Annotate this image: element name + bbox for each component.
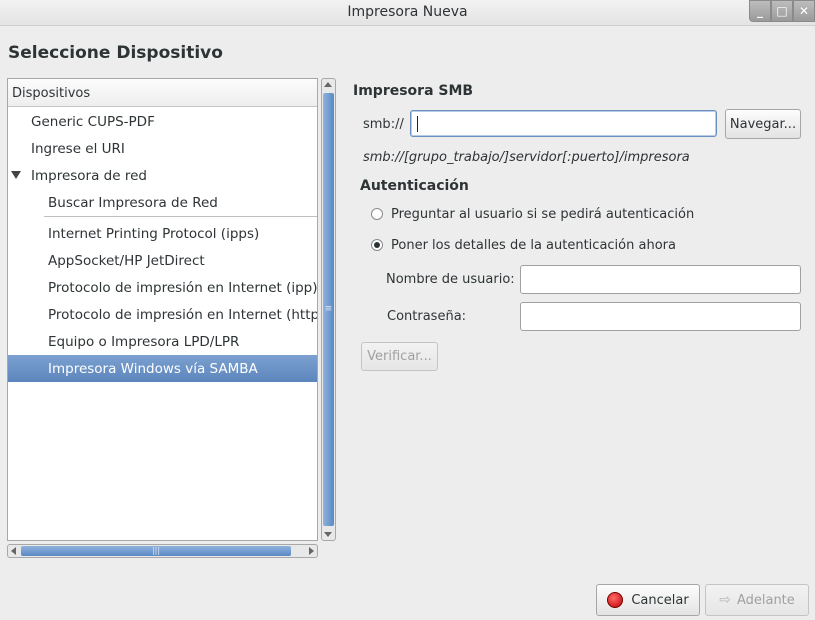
close-button[interactable]: ✕ xyxy=(793,0,815,22)
smb-url-label: smb:// xyxy=(363,117,404,132)
tree-item-label: Internet Printing Protocol (ipps) xyxy=(48,226,260,242)
tree-item-label: Protocolo de impresión en Internet (http… xyxy=(48,307,317,323)
tree-item-label: Protocolo de impresión en Internet (ipp) xyxy=(48,280,317,296)
tree-item-label: Impresora de red xyxy=(31,168,147,184)
minimize-button[interactable]: _ xyxy=(749,0,771,22)
tree-item-appsocket[interactable]: AppSocket/HP JetDirect xyxy=(8,247,317,274)
tree-horizontal-scrollbar[interactable]: ||| xyxy=(7,544,318,558)
scroll-down-icon[interactable] xyxy=(324,532,332,537)
scroll-right-icon[interactable] xyxy=(309,547,314,555)
tree-separator xyxy=(44,216,317,217)
tree-item-network-printer[interactable]: Impresora de red xyxy=(8,162,317,189)
forward-button-label: Adelante xyxy=(736,592,795,608)
radio-ask-auth[interactable] xyxy=(371,208,383,220)
tree-item-label: Equipo o Impresora LPD/LPR xyxy=(48,334,240,350)
tree-item-https[interactable]: Protocolo de impresión en Internet (http… xyxy=(8,301,317,328)
cancel-button-label: Cancelar xyxy=(631,592,689,608)
tree-item-label: AppSocket/HP JetDirect xyxy=(48,253,205,269)
tree-item-windows-samba[interactable]: Impresora Windows vía SAMBA xyxy=(8,355,317,382)
tree-column-header[interactable]: Dispositivos xyxy=(8,79,317,107)
cancel-button[interactable]: Cancelar xyxy=(596,584,700,616)
tree-item-label: Impresora Windows vía SAMBA xyxy=(48,361,258,377)
tree-item-ipp[interactable]: Protocolo de impresión en Internet (ipp) xyxy=(8,274,317,301)
tree-item-ipps[interactable]: Internet Printing Protocol (ipps) xyxy=(8,220,317,247)
tree-item-label: Buscar Impresora de Red xyxy=(48,195,218,211)
page-title: Seleccione Dispositivo xyxy=(8,43,223,63)
window-controls: _ □ ✕ xyxy=(749,0,815,22)
tree-item-label: Ingrese el URI xyxy=(31,141,125,157)
smb-url-input[interactable] xyxy=(410,110,717,137)
tree-item-label: Generic CUPS-PDF xyxy=(31,114,155,130)
scroll-left-icon[interactable] xyxy=(11,547,16,555)
radio-ask-auth-label[interactable]: Preguntar al usuario si se pedirá autent… xyxy=(391,207,694,222)
maximize-button[interactable]: □ xyxy=(771,0,793,22)
verify-button[interactable]: Verificar... xyxy=(361,342,438,371)
tree-item-enter-uri[interactable]: Ingrese el URI xyxy=(8,135,317,162)
horizontal-scroll-thumb[interactable]: ||| xyxy=(21,546,291,556)
smb-section-title: Impresora SMB xyxy=(353,83,474,99)
password-label: Contraseña: xyxy=(387,309,467,324)
vertical-scroll-thumb[interactable]: ≡ xyxy=(323,93,334,526)
scroll-up-icon[interactable] xyxy=(324,82,332,87)
stop-icon xyxy=(607,592,624,608)
forward-arrow-icon: ⇨ xyxy=(719,592,731,608)
title-bar[interactable]: Impresora Nueva _ □ ✕ xyxy=(0,0,815,26)
tree-item-find-network-printer[interactable]: Buscar Impresora de Red xyxy=(8,189,317,216)
forward-button[interactable]: ⇨ Adelante xyxy=(705,584,809,616)
expander-arrow-icon[interactable] xyxy=(11,171,21,179)
browse-button[interactable]: Navegar... xyxy=(725,109,801,139)
tree-vertical-scrollbar[interactable]: ≡ xyxy=(321,78,336,541)
text-caret xyxy=(417,116,418,132)
smb-url-hint: smb://[grupo_trabajo/]servidor[:puerto]/… xyxy=(363,150,690,165)
username-input[interactable] xyxy=(520,265,801,294)
window-title: Impresora Nueva xyxy=(347,4,468,20)
username-label: Nombre de usuario: xyxy=(386,272,515,287)
tree-item-generic-cups-pdf[interactable]: Generic CUPS-PDF xyxy=(8,108,317,135)
devices-tree[interactable]: Dispositivos Generic CUPS-PDF Ingrese el… xyxy=(7,78,318,541)
tree-item-lpd-lpr[interactable]: Equipo o Impresora LPD/LPR xyxy=(8,328,317,355)
radio-auth-now[interactable] xyxy=(371,239,383,251)
auth-section-title: Autenticación xyxy=(360,178,469,194)
radio-auth-now-label[interactable]: Poner los detalles de la autenticación a… xyxy=(391,238,676,253)
password-input[interactable] xyxy=(520,302,801,331)
